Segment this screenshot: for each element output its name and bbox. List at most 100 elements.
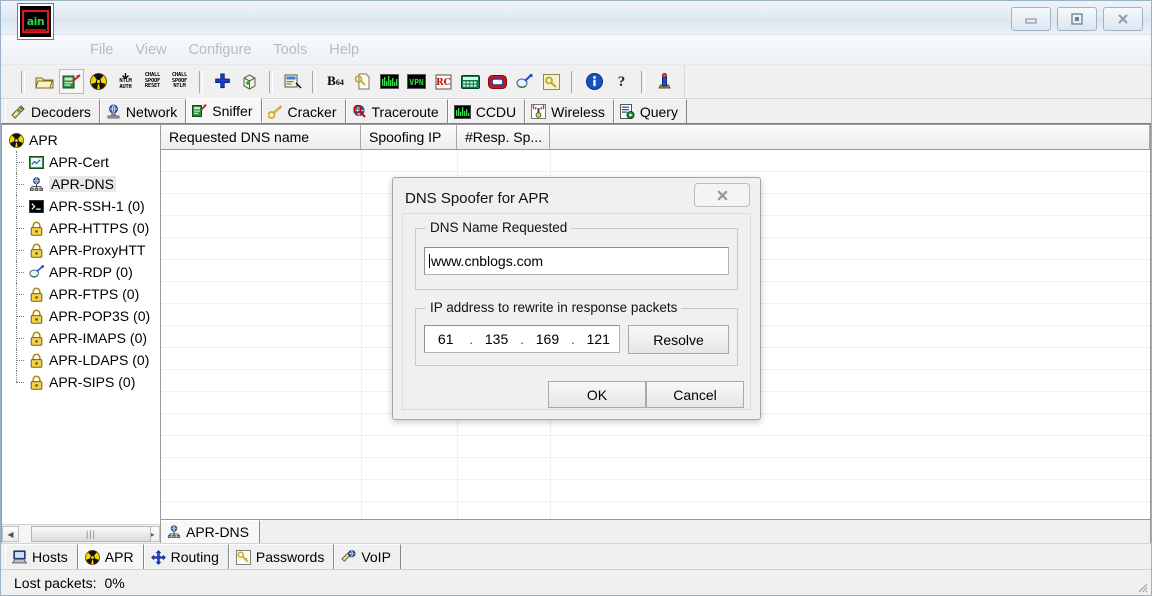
ccdu-icon xyxy=(453,104,471,119)
ok-button[interactable]: OK xyxy=(548,381,646,408)
menu-configure[interactable]: Configure xyxy=(178,40,263,60)
open-folder-icon[interactable] xyxy=(32,69,57,94)
ip-separator-2: . xyxy=(520,331,524,347)
remove-trash-icon[interactable] xyxy=(237,69,262,94)
traceroute-icon xyxy=(352,104,366,118)
tree-node-apr-sips[interactable]: APR-SIPS (0) xyxy=(8,371,160,393)
tab-sniffer-label: Sniffer xyxy=(212,102,253,119)
ntlm-auth-icon[interactable]: NTLM AUTH xyxy=(113,69,138,94)
scroll-thumb[interactable]: ||| xyxy=(31,526,151,542)
exit-icon[interactable] xyxy=(652,69,677,94)
minimize-button[interactable] xyxy=(1011,7,1051,31)
hash-calculator-icon[interactable] xyxy=(485,69,510,94)
menu-file[interactable]: File xyxy=(79,40,124,60)
tab-ccdu[interactable]: CCDU xyxy=(447,99,526,123)
vpn-icon[interactable]: VPN xyxy=(404,69,429,94)
tree-node-apr-rdp[interactable]: APR-RDP (0) xyxy=(8,261,160,283)
bottom-tab-routing[interactable]: Routing xyxy=(143,544,229,569)
ip-octet-1[interactable]: 61 xyxy=(425,331,466,347)
menu-help[interactable]: Help xyxy=(318,40,370,60)
help-question-icon[interactable]: ? xyxy=(609,69,634,94)
tab-cracker[interactable]: Cracker xyxy=(261,99,346,123)
lock-icon xyxy=(28,220,44,236)
radiation-icon xyxy=(84,549,100,565)
bottom-tab-apr[interactable]: APR xyxy=(77,544,144,569)
passwords-icon xyxy=(235,549,251,565)
tree-node-apr-proxyhttp[interactable]: APR-ProxyHTT xyxy=(8,239,160,261)
dns-name-input[interactable]: www.cnblogs.com xyxy=(424,247,729,275)
chall-spoof-ntlm-icon[interactable]: CHALL SPOOF NTLM xyxy=(167,69,192,94)
tab-sniffer[interactable]: Sniffer xyxy=(186,98,262,123)
traffic-analyzer-icon[interactable] xyxy=(377,69,402,94)
resolve-button[interactable]: Resolve xyxy=(628,325,729,354)
tree-node-apr-ftps-label: APR-FTPS (0) xyxy=(49,286,140,302)
chall-spoof-reset-label: CHALL SPOOF RESET xyxy=(144,72,161,90)
rc-decoder-icon[interactable]: RC xyxy=(431,69,456,94)
ip-address-input[interactable]: 61 . 135 . 169 . 121 xyxy=(424,325,620,353)
ip-octet-4[interactable]: 121 xyxy=(578,331,619,347)
bottom-tab-passwords[interactable]: Passwords xyxy=(228,544,335,569)
tree-node-apr-imaps-label: APR-IMAPS (0) xyxy=(49,330,148,346)
calculator-icon[interactable] xyxy=(458,69,483,94)
wireless-scan-icon[interactable] xyxy=(512,69,537,94)
about-info-icon[interactable] xyxy=(582,69,607,94)
tab-decoders[interactable]: Decoders xyxy=(5,99,100,123)
key-icon[interactable] xyxy=(539,69,564,94)
tree-node-apr-cert[interactable]: APR-Cert xyxy=(8,151,160,173)
tab-cracker-label: Cracker xyxy=(287,103,337,120)
scroll-track[interactable]: ||| xyxy=(19,526,151,542)
column-header-spoofing-ip[interactable]: Spoofing IP xyxy=(361,125,457,149)
column-header-filler xyxy=(550,125,1150,149)
tree-node-apr-pop3s[interactable]: APR-POP3S (0) xyxy=(8,305,160,327)
tree-node-apr-root[interactable]: APR xyxy=(8,129,160,151)
apr-tree: APR APR-Cert APR-DNS APR-SSH-1 (0) APR-H… xyxy=(2,125,160,524)
maximize-button[interactable] xyxy=(1057,7,1097,31)
tab-wireless[interactable]: Wireless xyxy=(525,99,614,123)
status-value: 0% xyxy=(104,574,125,591)
tab-traceroute[interactable]: Traceroute xyxy=(345,99,448,123)
ip-rewrite-group-title: IP address to rewrite in response packet… xyxy=(426,300,682,315)
ip-octet-2[interactable]: 135 xyxy=(476,331,517,347)
cancel-button[interactable]: Cancel xyxy=(646,381,744,408)
bottom-tab-strip: Hosts APR Routing Passwords VoIP xyxy=(1,543,1151,569)
list-tab-apr-dns[interactable]: APR-DNS xyxy=(161,520,261,543)
bottom-tab-voip[interactable]: VoIP xyxy=(334,544,401,569)
tree-node-apr-proxyhttp-label: APR-ProxyHTT xyxy=(49,242,146,258)
toolbar-separator-4 xyxy=(312,70,316,93)
tab-network[interactable]: Network xyxy=(99,99,187,123)
bottom-tab-apr-label: APR xyxy=(104,549,134,565)
tree-node-apr-dns[interactable]: APR-DNS xyxy=(8,173,160,195)
tree-node-apr-https[interactable]: APR-HTTPS (0) xyxy=(8,217,160,239)
chall-spoof-reset-icon[interactable]: CHALL SPOOF RESET xyxy=(140,69,165,94)
lock-icon xyxy=(28,330,44,346)
bottom-tab-hosts[interactable]: Hosts xyxy=(5,544,78,569)
column-header-requested-dns-name[interactable]: Requested DNS name xyxy=(161,125,361,149)
tab-decoders-label: Decoders xyxy=(31,103,91,120)
apr-radiation-icon[interactable] xyxy=(86,69,111,94)
menu-tools[interactable]: Tools xyxy=(262,40,318,60)
tree-horizontal-scrollbar[interactable]: ◀ ||| ▶ xyxy=(2,524,160,543)
dialog-close-button[interactable] xyxy=(694,183,750,207)
lock-icon xyxy=(28,352,44,368)
sniffer-icon[interactable] xyxy=(59,69,84,94)
apr-tree-pane: APR APR-Cert APR-DNS APR-SSH-1 (0) APR-H… xyxy=(1,124,161,543)
ip-octet-3[interactable]: 169 xyxy=(527,331,568,347)
toolbar-separator-3 xyxy=(269,70,273,93)
main-tab-strip: Decoders Network Sniffer Cracker Tracero… xyxy=(1,98,1151,124)
menu-view[interactable]: View xyxy=(124,40,177,60)
resize-grip-icon[interactable] xyxy=(1134,579,1148,593)
key-file-icon[interactable] xyxy=(350,69,375,94)
tab-query[interactable]: Query xyxy=(613,99,687,123)
tree-node-apr-ldaps[interactable]: APR-LDAPS (0) xyxy=(8,349,160,371)
add-to-list-icon[interactable] xyxy=(210,69,235,94)
tree-node-apr-ftps[interactable]: APR-FTPS (0) xyxy=(8,283,160,305)
network-capture-icon[interactable] xyxy=(280,69,305,94)
column-header-resp-spoofed[interactable]: #Resp. Sp... xyxy=(457,125,550,149)
tree-node-apr-ssh1[interactable]: APR-SSH-1 (0) xyxy=(8,195,160,217)
tree-node-apr-imaps[interactable]: APR-IMAPS (0) xyxy=(8,327,160,349)
tree-node-apr-cert-label: APR-Cert xyxy=(49,154,109,170)
dialog-title: DNS Spoofer for APR xyxy=(405,190,550,207)
base64-decoder-icon[interactable]: B64 xyxy=(323,69,348,94)
scroll-left-button[interactable]: ◀ xyxy=(2,526,19,542)
close-button[interactable] xyxy=(1103,7,1143,31)
